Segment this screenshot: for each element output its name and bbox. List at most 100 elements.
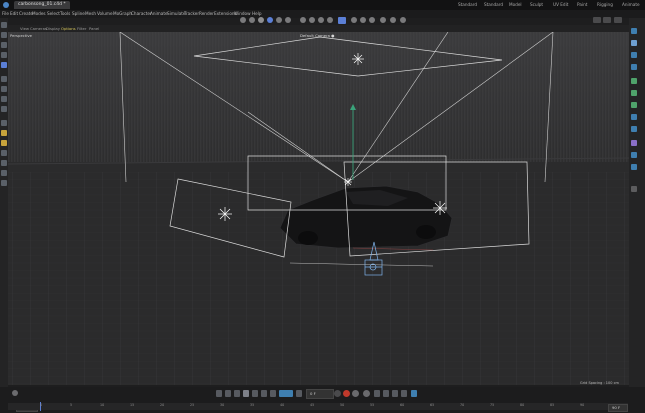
undo-icon[interactable] [240,17,246,23]
axis-x-icon[interactable] [300,17,306,23]
texture-icon[interactable] [1,170,7,176]
knife-icon[interactable] [1,160,7,166]
timeline-settings-icon[interactable] [12,390,18,396]
environment-icon[interactable] [631,140,637,146]
render-view-icon[interactable] [380,17,386,23]
param-track-icon[interactable] [401,390,407,397]
panel-options-icon[interactable] [614,17,622,23]
move-icon[interactable] [1,32,7,38]
polygons-mode-icon[interactable] [369,17,375,23]
layout-tab-uv-edit[interactable]: UV Edit [553,1,568,9]
menu-spline[interactable]: Spline [72,10,85,18]
menu-mograph[interactable]: MoGraph [113,10,132,18]
snap-icon[interactable] [1,120,7,126]
live-selection-icon[interactable] [258,17,264,23]
viewport-menu-cameras[interactable]: Cameras [30,25,47,32]
go-to-start-icon[interactable] [216,390,222,397]
menu-render[interactable]: Render [199,10,214,18]
workplane-icon[interactable] [1,130,7,136]
paint-icon[interactable] [1,180,7,186]
edge-mode-icon[interactable] [1,96,7,102]
axis-y-icon[interactable] [309,17,315,23]
layout-tab-model[interactable]: Model [509,1,522,9]
loop-mode-icon[interactable] [279,390,293,397]
scale-icon[interactable] [1,42,7,48]
layout-tab-standard-2[interactable]: Standard [484,1,503,9]
viewport-menu-display[interactable]: Display [46,25,60,32]
render-settings-icon[interactable] [400,17,406,23]
active-tool-icon[interactable] [1,62,7,68]
document-tab[interactable]: carbonsong_01.c4d * [14,1,70,9]
end-frame-field[interactable]: 90 F [608,404,628,412]
render-picture-viewer-icon[interactable] [390,17,396,23]
array-icon[interactable] [631,90,637,96]
menu-select[interactable]: Select [47,10,60,18]
layout-tab-paint[interactable]: Paint [577,1,587,9]
rotation-track-icon[interactable] [383,390,389,397]
viewport-menu-view[interactable]: View [20,25,29,32]
viewport-menu-panel[interactable]: Panel [89,25,99,32]
layout-tab-animate[interactable]: Animate [622,1,640,9]
selection-tool-icon[interactable] [1,22,7,28]
boole-icon[interactable] [631,102,637,108]
menu-tools[interactable]: Tools [60,10,70,18]
menu-create[interactable]: Create [19,10,33,18]
autokey-icon[interactable] [352,390,359,397]
keyframe-icon[interactable] [363,390,370,397]
playback-options-icon[interactable] [296,390,302,397]
polygon-mode-icon[interactable] [1,106,7,112]
layout-switch-icon[interactable] [593,17,601,23]
redo-icon[interactable] [249,17,255,23]
previous-key-icon[interactable] [225,390,231,397]
scale-track-icon[interactable] [392,390,398,397]
move-tool-icon[interactable] [267,17,273,23]
model-mode-icon[interactable] [338,17,346,24]
light-icon[interactable] [631,164,637,170]
next-key-icon[interactable] [261,390,267,397]
current-frame-field[interactable]: 0 F [306,389,334,399]
collapse-panel-icon[interactable] [631,186,637,192]
subdivision-surface-icon[interactable] [631,78,637,84]
layout-tab-standard[interactable]: Standard [458,1,477,9]
menu-tracker[interactable]: Tracker [184,10,199,18]
record-icon[interactable] [343,390,350,397]
rotate-tool-icon[interactable] [285,17,291,23]
point-mode-icon[interactable] [1,86,7,92]
viewport-camera-label[interactable]: Default Camera ● [300,33,335,38]
previous-frame-icon[interactable] [234,390,240,397]
keyframe-selection-icon[interactable] [334,390,341,397]
cube-icon[interactable] [631,28,637,34]
menu-character[interactable]: Character [131,10,152,18]
coordinate-system-icon[interactable] [327,17,333,23]
menu-animate[interactable]: Animate [150,10,168,18]
3d-viewport[interactable] [8,32,629,385]
menu-edit[interactable]: Edit [10,10,18,18]
spline-icon[interactable] [631,52,637,58]
fullscreen-icon[interactable] [603,17,611,23]
menu-mesh[interactable]: Mesh [85,10,96,18]
layout-tab-sculpt[interactable]: Sculpt [530,1,543,9]
axis-z-icon[interactable] [318,17,324,23]
play-icon[interactable] [243,390,249,397]
brush-icon[interactable] [1,150,7,156]
viewport-menu-filter[interactable]: Filter [77,25,86,32]
go-to-end-icon[interactable] [270,390,276,397]
next-frame-icon[interactable] [252,390,258,397]
locked-workplane-icon[interactable] [1,140,7,146]
points-mode-icon[interactable] [351,17,357,23]
scale-tool-icon[interactable] [276,17,282,23]
deformer-icon[interactable] [631,114,637,120]
pen-icon[interactable] [631,40,637,46]
menu-modes[interactable]: Modes [32,10,46,18]
menu-file[interactable]: File [2,10,9,18]
position-track-icon[interactable] [374,390,380,397]
rotate-icon[interactable] [1,52,7,58]
viewport-menu-options[interactable]: Options [61,25,76,32]
menu-volume[interactable]: Volume [97,10,113,18]
point-level-animation-icon[interactable] [411,390,417,397]
text-icon[interactable] [631,64,637,70]
field-icon[interactable] [631,126,637,132]
layout-tab-rigging[interactable]: Rigging [597,1,613,9]
menu-simulate[interactable]: Simulate [167,10,186,18]
camera-icon[interactable] [631,152,637,158]
